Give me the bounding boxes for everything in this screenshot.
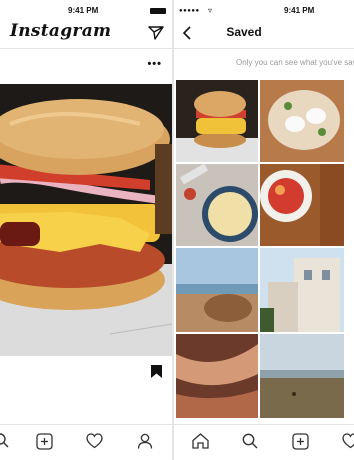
bottom-nav bbox=[174, 424, 354, 460]
more-options-icon[interactable]: ••• bbox=[147, 58, 162, 70]
heart-icon[interactable] bbox=[86, 433, 103, 454]
grid-item-beach-rocks[interactable] bbox=[176, 248, 258, 332]
grid-item-lake-landscape[interactable] bbox=[260, 334, 344, 418]
wifi-icon: ▿ bbox=[208, 6, 213, 15]
feed-screen: 9:41 PM Instagram ••• bbox=[0, 0, 172, 460]
grid-item-canyon[interactable] bbox=[176, 334, 258, 418]
post-photo[interactable] bbox=[0, 84, 172, 356]
saved-screen: ●●●●● ▿ 9:41 PM Saved Only you can see w… bbox=[174, 0, 354, 460]
grid-item-cereal-bowl[interactable] bbox=[176, 164, 258, 246]
grid-item-salad[interactable] bbox=[260, 164, 344, 246]
grid-item-eggs[interactable] bbox=[260, 80, 344, 162]
add-post-icon[interactable] bbox=[292, 433, 309, 455]
status-bar: ●●●●● ▿ 9:41 PM bbox=[174, 0, 354, 18]
search-icon[interactable] bbox=[0, 433, 10, 454]
battery-icon bbox=[150, 8, 166, 14]
bottom-nav bbox=[0, 424, 172, 460]
status-time: 9:41 PM bbox=[284, 6, 315, 15]
app-logo: Instagram bbox=[10, 21, 112, 41]
status-time: 9:41 PM bbox=[68, 6, 99, 15]
feed-header: Instagram bbox=[0, 18, 172, 49]
direct-send-icon[interactable] bbox=[148, 26, 164, 45]
signal-icon: ●●●●● bbox=[179, 8, 200, 14]
saved-header: Saved bbox=[174, 18, 354, 49]
grid-item-burger[interactable] bbox=[176, 80, 258, 162]
add-post-icon[interactable] bbox=[36, 433, 53, 455]
heart-icon[interactable] bbox=[342, 433, 354, 454]
bookmark-icon[interactable] bbox=[151, 365, 162, 383]
search-icon[interactable] bbox=[242, 433, 258, 454]
status-bar: 9:41 PM bbox=[0, 0, 172, 18]
home-icon[interactable] bbox=[192, 433, 209, 454]
grid-item-houses[interactable] bbox=[260, 248, 344, 332]
page-title: Saved bbox=[226, 25, 262, 39]
profile-icon[interactable] bbox=[137, 433, 153, 454]
saved-notice: Only you can see what you've saved bbox=[236, 58, 354, 67]
